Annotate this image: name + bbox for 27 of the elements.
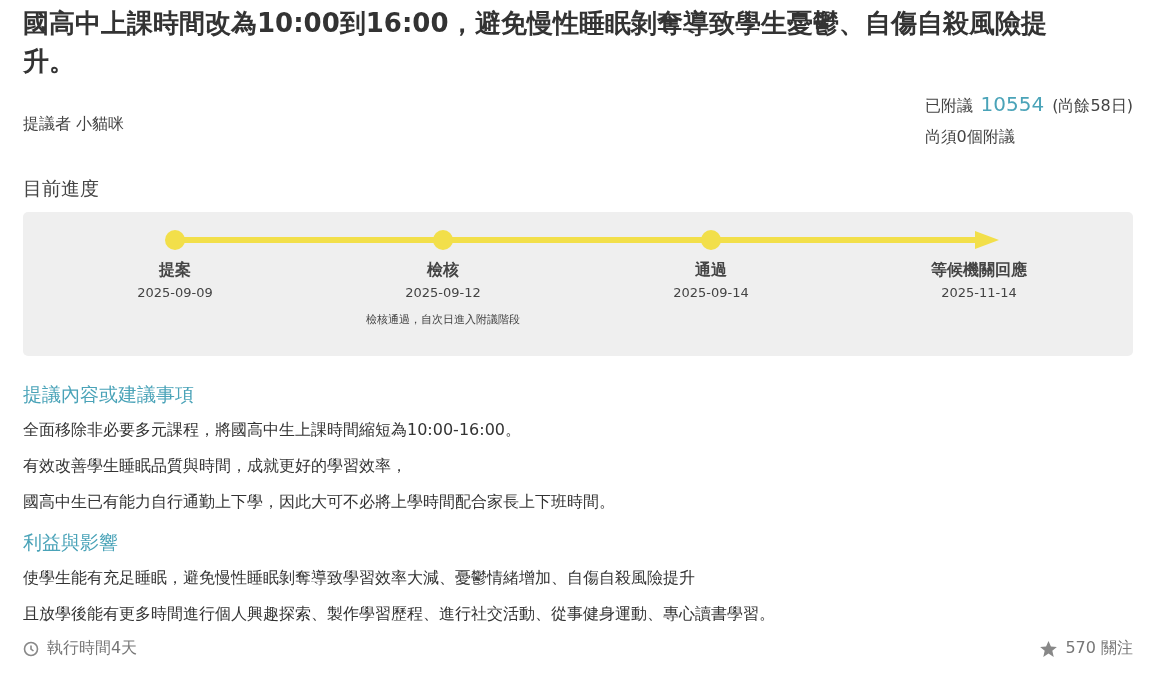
step-date: 2025-09-09	[137, 285, 213, 300]
step-label: 等候機關回應	[931, 260, 1027, 281]
body-text: 全面移除非必要多元課程，將國高中生上課時間縮短為10:00-16:00。	[23, 419, 522, 441]
duration-text: 執行時間4天	[47, 638, 138, 659]
step-date: 2025-09-12	[405, 285, 481, 300]
section-heading: 利益與影響	[23, 530, 119, 555]
step-label: 檢核	[427, 260, 459, 281]
section-heading: 提議內容或建議事項	[23, 382, 195, 407]
step-label: 提案	[159, 260, 191, 281]
star-icon	[1040, 640, 1058, 657]
needed-count: 尚須0個附議	[924, 127, 1015, 148]
step-date: 2025-09-14	[673, 285, 749, 300]
step-note: 檢核通過，自次日進入附議階段	[366, 312, 520, 327]
body-text: 有效改善學生睡眠品質與時間，成就更好的學習效率，	[23, 455, 408, 477]
body-text: 使學生能有充足睡眠，避免慢性睡眠剝奪導致學習效率大減、憂鬱情緒增加、自傷自殺風險提升	[23, 567, 696, 589]
endorse-label: 已附議	[924, 96, 973, 117]
remaining-days: (尚餘58日)	[1052, 96, 1133, 117]
follow-count: 570 關注	[1065, 638, 1133, 659]
petition-title: 國高中上課時間改為10:00到16:00，避免慢性睡眠剝奪導致學生憂鬱、自傷自殺風險提升。	[23, 7, 1048, 78]
step-date: 2025-11-14	[941, 285, 1017, 300]
timer-icon	[23, 640, 39, 657]
proposer-text: 提議者 小貓咪	[23, 114, 125, 135]
progress-heading: 目前進度	[23, 176, 100, 201]
body-text: 且放學後能有更多時間進行個人興趣探索、製作學習歷程、進行社交活動、從事健身運動、專心讀書學習。	[23, 603, 776, 625]
endorse-count: 10554	[980, 92, 1045, 116]
body-text: 國高中生已有能力自行通勤上下學，因此大可不必將上學時間配合家長上下班時間。	[23, 491, 616, 513]
step-label: 通過	[695, 260, 727, 281]
